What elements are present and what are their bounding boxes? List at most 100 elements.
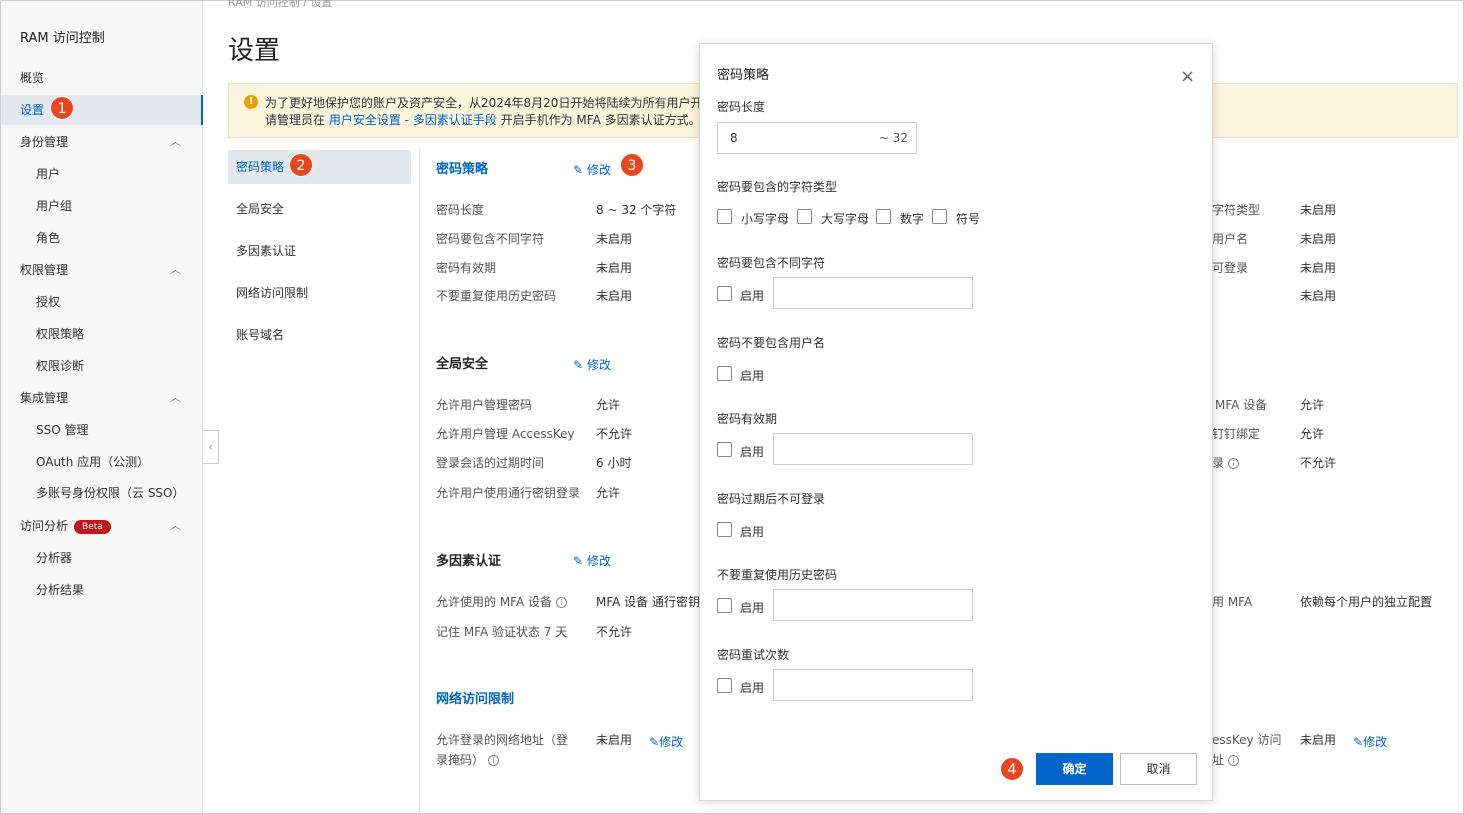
history-input[interactable] [773,589,973,621]
sidebar-item-users[interactable]: 用户 [1,159,203,189]
row-value: 不允许 [596,625,633,639]
retry-input[interactable] [773,669,973,701]
field-label: 不要重复使用历史密码 [717,568,838,582]
sidebar-item-analyzer[interactable]: 分析器 [1,543,203,573]
sidebar-item-diagnosis[interactable]: 权限诊断 [1,351,203,381]
notice-text: 为了更好地保护您的账户及资产安全，从2024年8月20日开始将陆续为所有用户开启 [265,96,715,110]
sidebar-item-user-groups[interactable]: 用户组 [1,191,203,221]
sidebar-item-roles[interactable]: 角色 [1,223,203,253]
expiry-enable-checkbox[interactable] [717,442,732,457]
row-label: 不要重复使用历史密码 [436,289,557,303]
row-label: 录掩码） i [436,751,500,768]
sidebar-group-integration[interactable]: 集成管理 ︿ [1,383,203,413]
sidebar-item-sso[interactable]: SSO 管理 [1,415,203,445]
row-value: 未启用 [596,261,633,275]
row-label: 录i [1212,454,1240,471]
chevron-up-icon: ︿ [170,263,181,276]
edit-global-link[interactable]: ✎ 修改 [573,356,611,373]
edit-mfa-link[interactable]: ✎ 修改 [573,552,611,569]
expiry-input[interactable] [773,433,973,465]
warning-icon: ! [244,95,258,109]
row-value: 允许 [1300,427,1325,441]
row-value: 未启用 [596,733,633,747]
sidebar-group-permissions[interactable]: 权限管理 ︿ [1,255,203,285]
subnav-network-restriction[interactable]: 网络访问限制 [228,276,411,310]
row-value: 不允许 [596,427,633,441]
chevron-up-icon: ︿ [170,391,181,404]
row-label: 密码有效期 [436,261,497,275]
row-value: 依赖每个用户的独立配置 [1300,595,1433,609]
field-label: 密码不要包含用户名 [717,336,826,350]
row-value: 6 小时 [596,456,632,470]
checkbox-label: 启用 [740,525,765,539]
app-title: RAM 访问控制 [20,31,105,46]
cancel-button[interactable]: 取消 [1120,753,1197,785]
sidebar-group-access-analysis[interactable]: 访问分析 Beta ︿ [1,511,203,541]
row-value: 8 ~ 32 个字符 [596,203,677,217]
row-label: 允许登录的网络地址（登 [436,733,569,747]
history-enable-checkbox[interactable] [717,598,732,613]
row-label: 允许用户管理密码 [436,398,533,412]
distinct-chars-input[interactable] [773,277,973,309]
row-label: 允许用户管理 AccessKey [436,427,575,441]
info-icon[interactable]: i [488,755,500,766]
no-username-enable-checkbox[interactable] [717,366,732,381]
notice-text-2: 请管理员在 用户安全设置 - 多因素认证手段 开启手机作为 MFA 多因素认证方… [265,113,701,127]
row-label: 允许使用的 MFA 设备 i [436,593,567,610]
sidebar-item-cloud-sso[interactable]: 多账号身份权限（云 SSO） [1,478,203,508]
symbol-checkbox[interactable] [932,209,947,224]
row-label: 登录会话的过期时间 [436,456,545,470]
digit-checkbox[interactable] [876,209,891,224]
subnav-global-security[interactable]: 全局安全 [228,192,411,226]
subnav-account-domain[interactable]: 账号域名 [228,318,411,352]
close-icon[interactable]: × [1180,68,1195,86]
sidebar-item-policies[interactable]: 权限策略 [1,319,203,349]
field-label: 密码长度 [717,100,766,114]
checkbox-label: 启用 [740,289,765,303]
uppercase-checkbox[interactable] [797,209,812,224]
checkbox-label: 启用 [740,445,765,459]
password-length-input[interactable]: 8 ~ 32 [717,122,917,154]
section-title-global: 全局安全 [436,357,489,372]
checkbox-label: 大写字母 [821,212,870,226]
lowercase-checkbox[interactable] [717,209,732,224]
sidebar-item-overview[interactable]: 概览 [1,63,203,93]
row-value: 允许 [596,486,621,500]
row-value: 未启用 [1300,203,1337,217]
row-label: 钉钉绑定 [1212,427,1261,441]
edit-icon: ✎ [573,554,584,568]
expired-no-login-enable-checkbox[interactable] [717,522,732,537]
subnav-password-policy[interactable]: 密码策略 [228,150,411,184]
checkbox-label: 符号 [956,212,981,226]
field-label: 密码有效期 [717,412,778,426]
row-label: 址i [1212,751,1240,768]
sidebar-item-settings[interactable]: 设置 [1,95,203,125]
sidebar-item-analysis-results[interactable]: 分析结果 [1,575,203,605]
info-icon[interactable]: i [556,597,567,608]
sidebar-item-grants[interactable]: 授权 [1,287,203,317]
edit-password-link[interactable]: ✎ 修改 [573,161,611,178]
edit-icon: ✎ [1353,735,1364,749]
row-value: 允许 [1300,398,1325,412]
confirm-button[interactable]: 确定 [1036,753,1113,785]
sidebar-group-identity[interactable]: 身份管理 ︿ [1,127,203,157]
divider [419,148,420,814]
retry-enable-checkbox[interactable] [717,678,732,693]
info-icon[interactable]: i [1228,755,1240,766]
sidebar-item-oauth[interactable]: OAuth 应用（公测） [1,447,203,477]
edit-accesskey-network-link[interactable]: ✎修改 [1353,733,1387,750]
step-marker-4: 4 [1000,757,1024,781]
row-value: 未启用 [1300,261,1337,275]
field-label: 密码要包含不同字符 [717,256,826,270]
distinct-chars-enable-checkbox[interactable] [717,286,732,301]
subnav-mfa[interactable]: 多因素认证 [228,234,411,268]
mfa-settings-link[interactable]: 用户安全设置 - 多因素认证手段 [329,113,497,127]
chevron-up-icon: ︿ [170,135,181,148]
field-label: 密码过期后不可登录 [717,492,826,506]
password-policy-dialog: 密码策略 × 密码长度 8 ~ 32 密码要包含的字符类型 小写字母 大写字母 … [699,43,1213,801]
edit-network-link[interactable]: ✎修改 [649,733,683,750]
checkbox-label: 启用 [740,369,765,383]
sidebar-collapse-handle[interactable]: ‹ [203,430,219,464]
info-icon[interactable]: i [1228,458,1240,469]
row-label: MFA 设备 [1215,398,1268,412]
